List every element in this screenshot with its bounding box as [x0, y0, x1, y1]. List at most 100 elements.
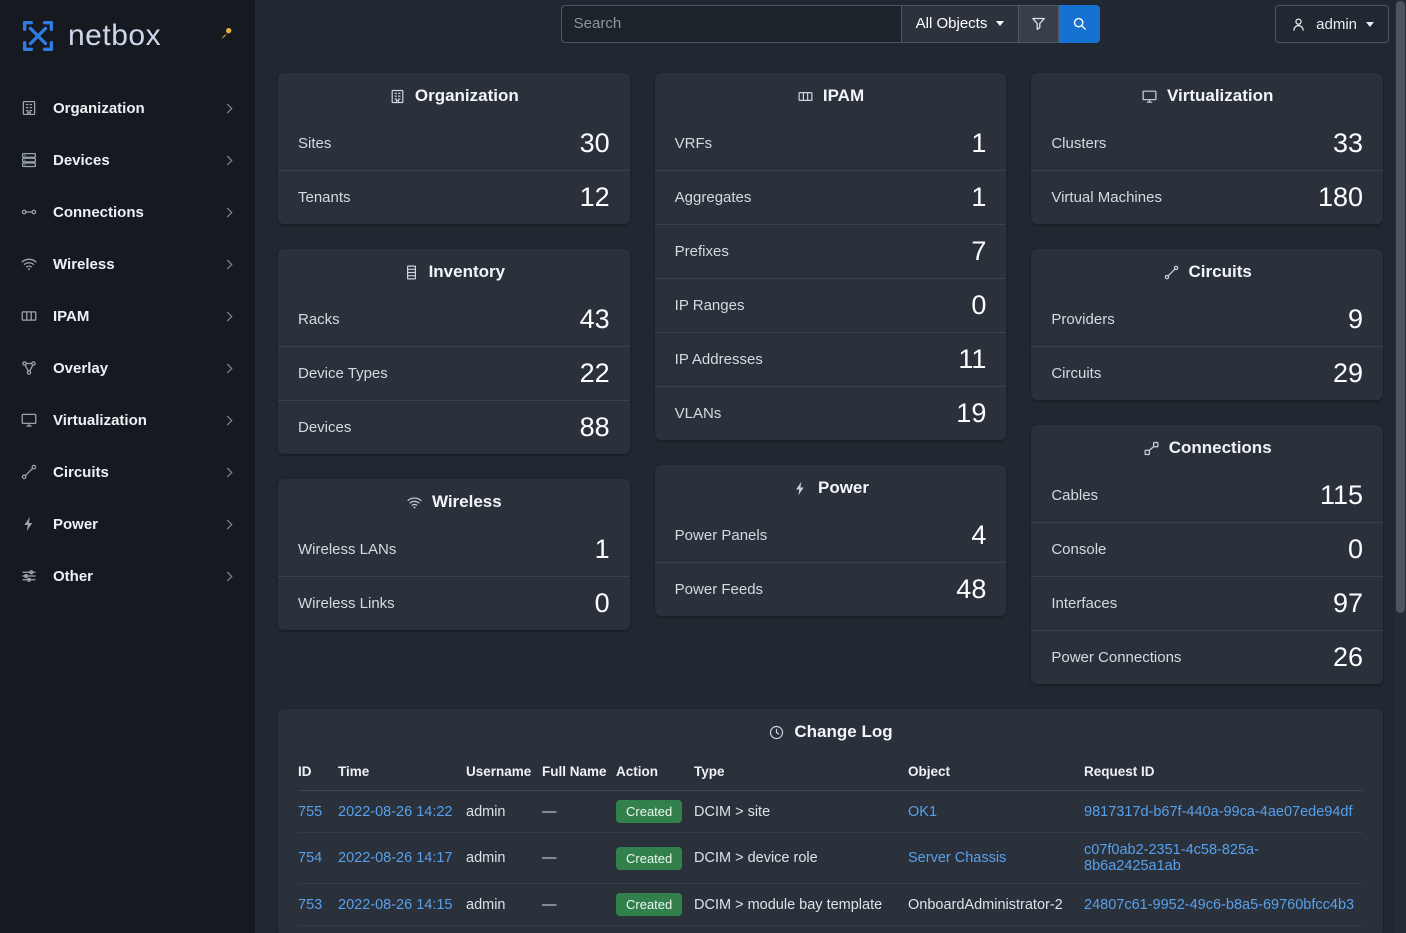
column-header-type: Type — [694, 754, 908, 791]
user-menu-button[interactable]: admin — [1275, 5, 1389, 43]
stat-label[interactable]: IP Ranges — [675, 297, 745, 314]
sidebar-item-other[interactable]: Other — [0, 550, 255, 602]
stat-label[interactable]: Cables — [1051, 487, 1098, 504]
change-type: DCIM > device role — [694, 833, 908, 884]
search-scope-dropdown[interactable]: All Objects — [901, 5, 1020, 43]
stat-label[interactable]: Circuits — [1051, 365, 1101, 382]
column-header-full-name: Full Name — [542, 754, 616, 791]
card-wireless-header: Wireless — [278, 479, 630, 522]
change-type: DCIM > module bay template — [694, 884, 908, 926]
stat-label[interactable]: Sites — [298, 135, 331, 152]
stat-value: 1 — [971, 182, 986, 213]
change-log-header: Change Log — [278, 709, 1383, 752]
card-title: Virtualization — [1167, 86, 1273, 106]
card-title: Wireless — [432, 492, 502, 512]
stat-label[interactable]: Device Types — [298, 365, 388, 382]
sidebar-item-devices[interactable]: Devices — [0, 134, 255, 186]
chevron-right-icon — [223, 519, 233, 529]
stat-label[interactable]: Clusters — [1051, 135, 1106, 152]
chevron-right-icon — [223, 311, 233, 321]
sidebar-item-circuits[interactable]: Circuits — [0, 446, 255, 498]
table-row: 754 2022-08-26 14:17 admin — Created DCI… — [298, 833, 1363, 884]
stat-label[interactable]: Aggregates — [675, 189, 752, 206]
card-virtualization: Virtualization Clusters 33 Virtual Machi… — [1031, 73, 1383, 224]
stat-value: 43 — [580, 304, 610, 335]
card-ipam: IPAM VRFs 1 Aggregates 1 Prefixes 7 — [655, 73, 1007, 440]
change-request-id-link[interactable]: c07f0ab2-2351-4c58-825a-8b6a2425a1ab — [1084, 842, 1259, 874]
sidebar-item-organization[interactable]: Organization — [0, 82, 255, 134]
stat-value: 30 — [580, 128, 610, 159]
stat-value: 11 — [958, 344, 986, 375]
chevron-right-icon — [223, 103, 233, 113]
stat-value: 19 — [956, 398, 986, 429]
sidebar-item-power[interactable]: Power — [0, 498, 255, 550]
sidebar-item-overlay[interactable]: Overlay — [0, 342, 255, 394]
sidebar-pin-icon[interactable] — [219, 26, 235, 42]
card-circuits: Circuits Providers 9 Circuits 29 — [1031, 249, 1383, 400]
change-time-link[interactable]: 2022-08-26 14:17 — [338, 850, 453, 866]
stat-label[interactable]: Wireless Links — [298, 595, 395, 612]
change-request-id-link[interactable]: 9817317d-b67f-440a-99ca-4ae07ede94df — [1084, 804, 1352, 820]
stat-value: 0 — [1348, 534, 1363, 565]
change-request-id-link[interactable]: 24807c61-9952-49c6-b8a5-69760bfcc4b3 — [1084, 897, 1354, 913]
overlay-icon — [20, 359, 38, 377]
scrollbar[interactable] — [1395, 0, 1406, 933]
stat-label[interactable]: Power Connections — [1051, 649, 1181, 666]
stat-label[interactable]: Wireless LANs — [298, 541, 396, 558]
card-organization-header: Organization — [278, 73, 630, 116]
change-object-link[interactable]: OK1 — [908, 804, 937, 820]
power-icon — [792, 480, 809, 497]
sidebar-item-label: Devices — [53, 152, 209, 169]
dashboard-column-2: IPAM VRFs 1 Aggregates 1 Prefixes 7 — [655, 73, 1007, 684]
stat-row-power-panels: Power Panels 4 — [655, 508, 1007, 562]
wireless-icon — [20, 255, 38, 273]
stat-label[interactable]: Racks — [298, 311, 340, 328]
filter-button[interactable] — [1019, 5, 1059, 43]
netbox-logo[interactable]: netbox — [0, 0, 255, 66]
action-badge: Created — [616, 800, 682, 823]
stat-row-clusters: Clusters 33 — [1031, 116, 1383, 170]
sidebar-item-connections[interactable]: Connections — [0, 186, 255, 238]
sidebar-item-label: Connections — [53, 204, 209, 221]
stat-label[interactable]: Virtual Machines — [1051, 189, 1162, 206]
chevron-down-icon — [1366, 22, 1374, 27]
stat-label[interactable]: VRFs — [675, 135, 713, 152]
chevron-right-icon — [223, 571, 233, 581]
stat-label[interactable]: Interfaces — [1051, 595, 1117, 612]
brand-wordmark: netbox — [68, 21, 161, 51]
sidebar-item-ipam[interactable]: IPAM — [0, 290, 255, 342]
stat-label[interactable]: IP Addresses — [675, 351, 763, 368]
stat-label[interactable]: Prefixes — [675, 243, 729, 260]
stat-label[interactable]: Power Panels — [675, 527, 768, 544]
search-input[interactable] — [561, 5, 901, 43]
card-organization: Organization Sites 30 Tenants 12 — [278, 73, 630, 224]
change-log-title: Change Log — [794, 722, 892, 742]
change-id-link[interactable]: 753 — [298, 897, 322, 913]
stat-value: 1 — [971, 128, 986, 159]
chevron-right-icon — [223, 363, 233, 373]
change-id-link[interactable]: 754 — [298, 850, 322, 866]
stat-value: 26 — [1333, 642, 1363, 673]
stat-label[interactable]: VLANs — [675, 405, 722, 422]
change-id-link[interactable]: 755 — [298, 804, 322, 820]
dashboard-content: Organization Sites 30 Tenants 12 — [255, 47, 1406, 933]
change-type: DCIM > site — [694, 791, 908, 833]
change-log-table: ID Time Username Full Name Action Type O… — [298, 754, 1363, 926]
main-area: All Objects admin — [255, 0, 1406, 933]
sidebar-item-label: IPAM — [53, 308, 209, 325]
stat-label[interactable]: Console — [1051, 541, 1106, 558]
change-time-link[interactable]: 2022-08-26 14:15 — [338, 897, 453, 913]
stat-label[interactable]: Power Feeds — [675, 581, 763, 598]
stat-label[interactable]: Devices — [298, 419, 351, 436]
stat-row-wireless-lans: Wireless LANs 1 — [278, 522, 630, 576]
scrollbar-thumb[interactable] — [1396, 1, 1405, 613]
change-time-link[interactable]: 2022-08-26 14:22 — [338, 804, 453, 820]
stat-label[interactable]: Tenants — [298, 189, 351, 206]
chevron-right-icon — [223, 155, 233, 165]
search-submit-button[interactable] — [1059, 5, 1100, 43]
sidebar-item-virtualization[interactable]: Virtualization — [0, 394, 255, 446]
change-object-link[interactable]: Server Chassis — [908, 850, 1006, 866]
card-title: Power — [818, 478, 869, 498]
sidebar-item-wireless[interactable]: Wireless — [0, 238, 255, 290]
stat-label[interactable]: Providers — [1051, 311, 1114, 328]
